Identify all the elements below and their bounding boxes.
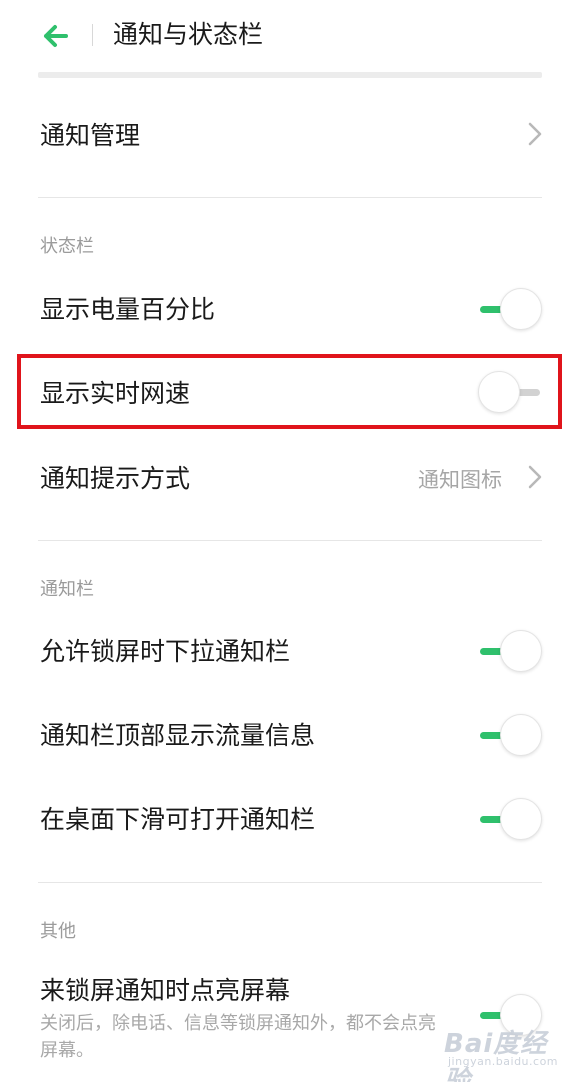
toggle-knob: [500, 630, 542, 672]
lockscreen-pull-down-label: 允许锁屏时下拉通知栏: [40, 637, 291, 666]
notify-style-label: 通知提示方式: [40, 464, 191, 493]
desktop-swipe-label: 在桌面下滑可打开通知栏: [40, 805, 316, 834]
chevron-right-icon: [528, 465, 542, 489]
divider: [38, 882, 542, 883]
watermark-sub: jingyan.baidu.com: [448, 1055, 559, 1068]
chevron-right-icon: [528, 122, 542, 146]
toggle-knob: [500, 714, 542, 756]
back-button[interactable]: [36, 16, 76, 56]
page-title: 通知与状态栏: [113, 20, 264, 49]
wake-on-notification-label: 来锁屏通知时点亮屏幕: [40, 976, 291, 1005]
app-header: 通知与状态栏: [0, 0, 580, 72]
header-divider: [92, 24, 93, 46]
highlight-box: [17, 354, 562, 429]
notify-style-value: 通知图标: [418, 468, 502, 492]
divider: [38, 540, 542, 541]
watermark-main: Bai度经验: [444, 1029, 548, 1082]
watermark: Bai度经验 jingyan.baidu.com: [444, 1023, 574, 1082]
list-item-lockscreen-pull-down[interactable]: 允许锁屏时下拉通知栏: [0, 628, 580, 674]
lockscreen-pull-down-toggle[interactable]: [478, 629, 542, 673]
section-title-status-bar: 状态栏: [40, 236, 94, 257]
list-item-notify-style[interactable]: 通知提示方式 通知图标: [0, 455, 580, 501]
divider: [38, 197, 542, 198]
section-title-notification-bar: 通知栏: [40, 579, 94, 600]
list-item-desktop-swipe[interactable]: 在桌面下滑可打开通知栏: [0, 796, 580, 842]
desktop-swipe-toggle[interactable]: [478, 797, 542, 841]
arrow-left-icon: [44, 25, 68, 47]
list-item-battery-percentage[interactable]: 显示电量百分比: [0, 286, 580, 332]
traffic-info-toggle[interactable]: [478, 713, 542, 757]
notification-management-row[interactable]: 通知管理: [0, 100, 580, 168]
notification-management-label: 通知管理: [40, 121, 141, 150]
wake-on-notification-description: 关闭后，除电话、信息等锁屏通知外，都不会点亮屏幕。: [40, 1013, 436, 1061]
header-separator: [38, 72, 542, 78]
toggle-knob: [500, 798, 542, 840]
battery-percentage-toggle[interactable]: [478, 287, 542, 331]
battery-percentage-label: 显示电量百分比: [40, 295, 216, 324]
section-title-other: 其他: [40, 921, 76, 942]
traffic-info-label: 通知栏顶部显示流量信息: [40, 721, 316, 750]
list-item-traffic-info[interactable]: 通知栏顶部显示流量信息: [0, 712, 580, 758]
toggle-knob: [500, 288, 542, 330]
